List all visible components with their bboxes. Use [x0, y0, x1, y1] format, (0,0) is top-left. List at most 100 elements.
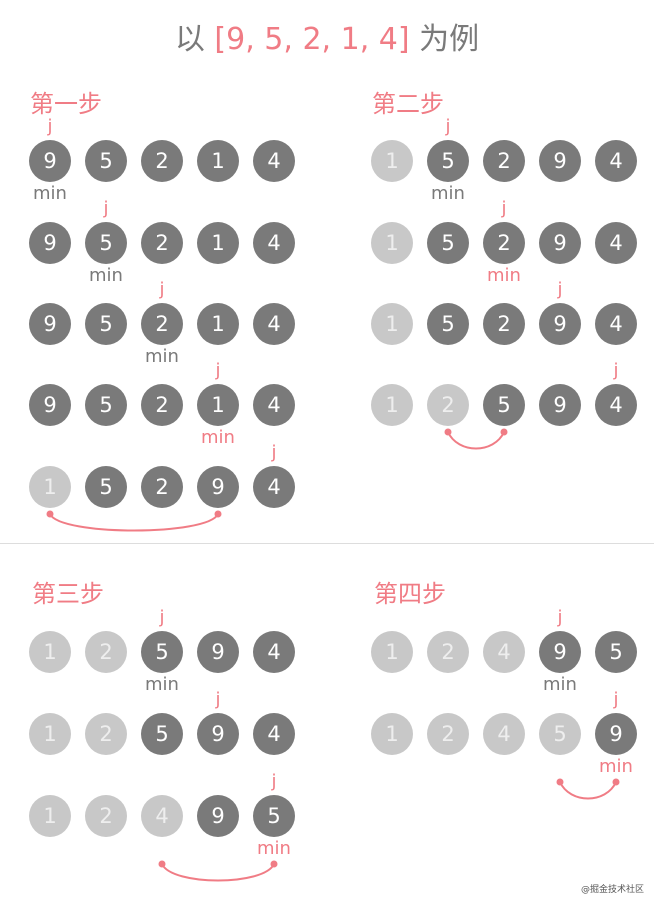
array-node: 5: [539, 713, 581, 755]
section-divider: [0, 543, 654, 544]
step-label-2: 第二步: [372, 90, 444, 118]
step-label-1: 第一步: [30, 90, 102, 118]
j-pointer: j: [271, 771, 277, 792]
swap-arc: [49, 513, 219, 532]
array-node: 2: [427, 631, 469, 673]
array-node: 5: [85, 222, 127, 264]
min-pointer: min: [33, 183, 67, 204]
swap-arc-endpoint: [612, 778, 620, 786]
array-node: 1: [29, 466, 71, 508]
array-node: 4: [595, 222, 637, 264]
min-pointer: min: [257, 838, 291, 859]
array-node: 2: [483, 303, 525, 345]
array-node: 5: [141, 631, 183, 673]
array-node: 5: [427, 303, 469, 345]
array-node: 9: [29, 303, 71, 345]
step-label-3: 第三步: [32, 580, 104, 608]
array-node: 5: [85, 384, 127, 426]
swap-arcs: [46, 428, 620, 882]
array-node: 4: [253, 222, 295, 264]
array-node: 1: [197, 384, 239, 426]
array-node: 9: [595, 713, 637, 755]
array-node: 1: [29, 713, 71, 755]
title-array: [9, 5, 2, 1, 4]: [214, 22, 410, 57]
array-node: 9: [539, 140, 581, 182]
array-node: 9: [539, 631, 581, 673]
swap-arc-endpoint: [500, 428, 508, 436]
j-pointer: j: [613, 360, 619, 381]
array-node: 2: [483, 140, 525, 182]
array-node: 5: [427, 222, 469, 264]
array-node: 4: [253, 631, 295, 673]
j-pointer: j: [159, 607, 165, 628]
array-node: 2: [141, 384, 183, 426]
array-node: 1: [371, 713, 413, 755]
array-node: 1: [197, 140, 239, 182]
watermark: @掘金技术社区: [580, 885, 644, 895]
array-node: 9: [539, 384, 581, 426]
swap-arc-endpoint: [46, 510, 54, 518]
array-node: 9: [539, 222, 581, 264]
array-node: 2: [85, 713, 127, 755]
array-node: 4: [483, 713, 525, 755]
array-node: 4: [253, 303, 295, 345]
j-pointer: j: [47, 116, 53, 137]
array-node: 1: [371, 140, 413, 182]
array-node: 9: [29, 384, 71, 426]
array-node: 2: [427, 713, 469, 755]
title-prefix: 以: [174, 22, 215, 57]
min-pointer: min: [145, 346, 179, 367]
array-node: 2: [427, 384, 469, 426]
array-node: 4: [253, 713, 295, 755]
min-pointer: min: [543, 674, 577, 695]
array-node: 1: [29, 795, 71, 837]
min-pointer: min: [599, 756, 633, 777]
array-node: 2: [85, 631, 127, 673]
array-node: 4: [595, 303, 637, 345]
array-node: 1: [371, 384, 413, 426]
swap-arc-endpoint: [214, 510, 222, 518]
array-node: 9: [197, 713, 239, 755]
array-node: 4: [253, 140, 295, 182]
array-node: 2: [85, 795, 127, 837]
swap-arc: [161, 863, 275, 882]
min-pointer: min: [89, 265, 123, 286]
j-pointer: j: [445, 116, 451, 137]
array-node: 1: [197, 303, 239, 345]
array-node: 4: [595, 384, 637, 426]
array-node: 5: [85, 303, 127, 345]
array-node: 2: [141, 222, 183, 264]
array-node: 9: [29, 222, 71, 264]
swap-arc-endpoint: [444, 428, 452, 436]
array-node: 2: [141, 466, 183, 508]
page-title: 以 [9, 5, 2, 1, 4] 为例: [0, 14, 654, 58]
min-pointer: min: [201, 427, 235, 448]
array-node: 4: [253, 384, 295, 426]
swap-arc-endpoint: [556, 778, 564, 786]
title-suffix: 为例: [409, 22, 480, 57]
array-node: 1: [371, 631, 413, 673]
swap-arc-endpoint: [158, 860, 166, 868]
array-node: 4: [253, 466, 295, 508]
array-node: 2: [141, 140, 183, 182]
j-pointer: j: [271, 442, 277, 463]
min-pointer: min: [487, 265, 521, 286]
j-pointer: j: [557, 607, 563, 628]
min-pointer: min: [431, 183, 465, 204]
j-pointer: j: [613, 689, 619, 710]
array-node: 4: [595, 140, 637, 182]
swap-arc: [559, 781, 617, 800]
array-node: 5: [253, 795, 295, 837]
step-label-4: 第四步: [374, 580, 446, 608]
array-node: 1: [197, 222, 239, 264]
array-node: 5: [85, 140, 127, 182]
array-node: 5: [595, 631, 637, 673]
array-node: 1: [29, 631, 71, 673]
array-node: 2: [483, 222, 525, 264]
j-pointer: j: [215, 360, 221, 381]
j-pointer: j: [501, 198, 507, 219]
array-node: 4: [141, 795, 183, 837]
array-node: 2: [141, 303, 183, 345]
array-node: 5: [85, 466, 127, 508]
array-node: 9: [197, 466, 239, 508]
